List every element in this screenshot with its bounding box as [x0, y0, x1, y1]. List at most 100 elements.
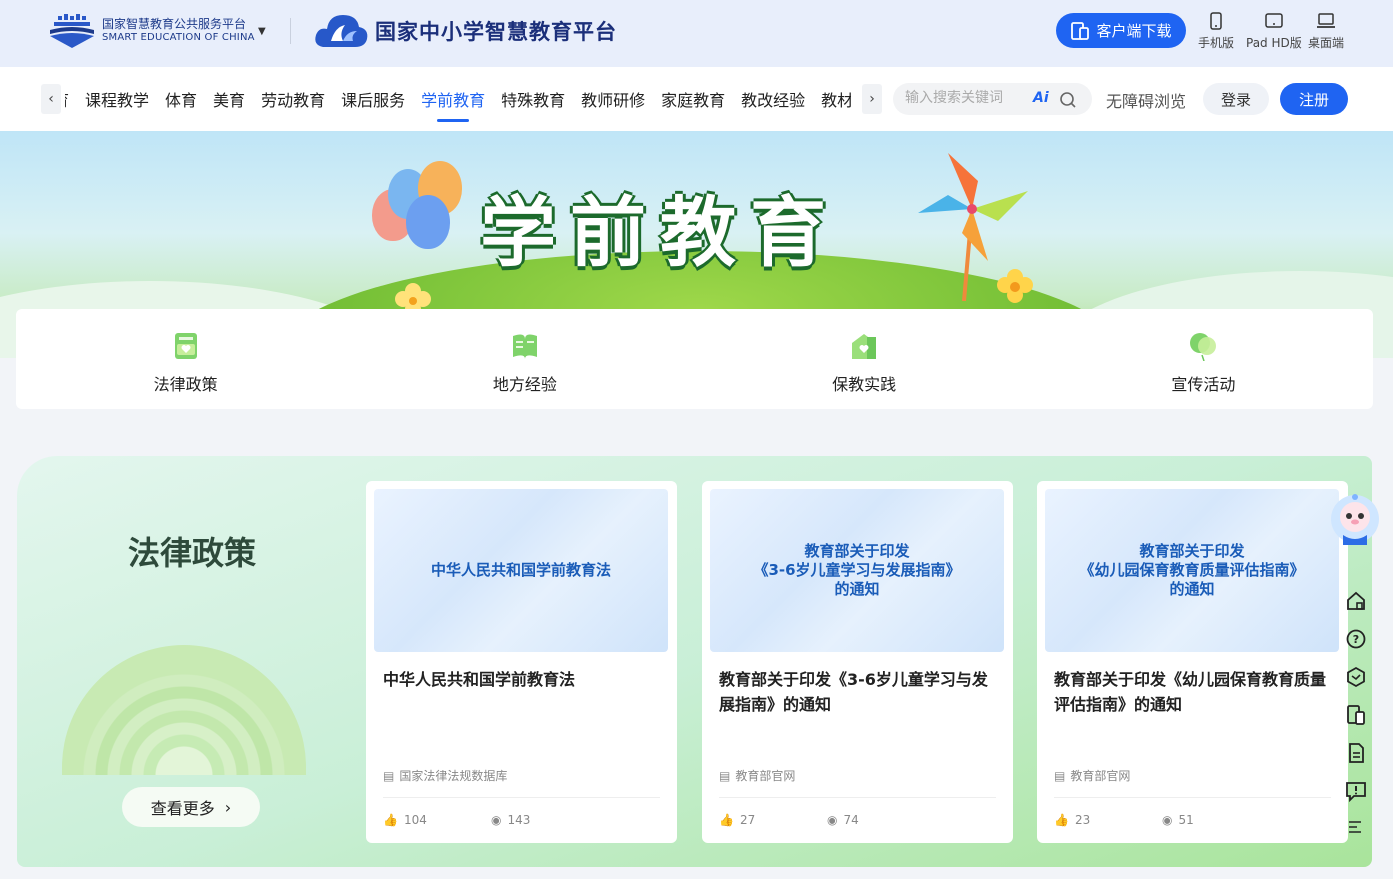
cube-icon[interactable] [1345, 666, 1367, 692]
view-count: 51 [1178, 813, 1194, 827]
desktop-version-label: 桌面端 [1308, 36, 1345, 50]
nav-next-button[interactable]: › [862, 84, 882, 114]
nav-item-partial[interactable]: 育 [65, 87, 69, 111]
category-care-education-practice[interactable]: 保教实践 [695, 309, 1034, 409]
desktop-version-link[interactable]: 桌面端 [1308, 12, 1344, 51]
card-title: 教育部关于印发《幼儿园保育教育质量评估指南》的通知 [1054, 670, 1327, 714]
help-icon[interactable]: ? [1345, 628, 1367, 654]
divider [1054, 797, 1331, 798]
nav-item[interactable]: 课后服务 [341, 87, 405, 111]
thumbs-up-icon: 👍 [719, 813, 734, 827]
smart-education-logo-icon [50, 14, 94, 48]
policy-card[interactable]: 教育部关于印发 《3-6岁儿童学习与发展指南》 的通知 教育部关于印发《3-6岁儿童… [702, 481, 1013, 843]
like-button[interactable]: 👍 104 [383, 813, 427, 827]
like-count: 23 [1074, 813, 1091, 827]
flower-icon [997, 269, 1033, 303]
chevron-left-icon: ‹ [48, 91, 54, 107]
register-button[interactable]: 注册 [1280, 83, 1348, 115]
view-more-label: 查看更多 [150, 799, 215, 818]
laptop-icon [1317, 13, 1335, 28]
divider [383, 797, 660, 798]
chevron-right-icon: › [224, 797, 232, 817]
category-publicity-activities[interactable]: 宣传活动 [1034, 309, 1373, 409]
top-bar: 国家智慧教育公共服务平台 SMART EDUCATION OF CHINA ▼ … [0, 0, 1393, 67]
nav-item[interactable]: 体育 [165, 87, 197, 111]
search-input[interactable] [905, 89, 1025, 105]
document-icon: ▤ [719, 768, 731, 783]
balloons-icon [1190, 333, 1217, 361]
nav-item[interactable]: 劳动教育 [261, 87, 325, 111]
like-button[interactable]: 👍 27 [719, 813, 755, 827]
org-name-cn: 国家智慧教育公共服务平台 [102, 17, 247, 31]
collapse-menu-icon[interactable] [1347, 818, 1365, 840]
cloud-logo-icon [315, 15, 368, 47]
card-source: 国家法律法规数据库 [399, 769, 508, 783]
mobile-version-link[interactable]: 手机版 [1198, 12, 1234, 51]
book-icon [512, 334, 537, 359]
nav-item[interactable]: 家庭教育 [661, 87, 725, 111]
like-count: 27 [739, 813, 756, 827]
like-button[interactable]: 👍 23 [1054, 813, 1090, 827]
divider [719, 797, 996, 798]
devices-icon [1071, 21, 1090, 40]
policy-card[interactable]: 教育部关于印发 《幼儿园保育教育质量评估指南》 的通知 教育部关于印发《幼儿园保育教… [1037, 481, 1348, 843]
feedback-icon[interactable] [1345, 780, 1367, 806]
pad-version-link[interactable]: Pad HD版 [1246, 12, 1302, 51]
nav-items: 育课程教学体育美育劳动教育课后服务学前教育特殊教育教师研修家庭教育教改经验教材 [65, 67, 851, 131]
card-title: 教育部关于印发《3-6岁儿童学习与发展指南》的通知 [719, 670, 988, 714]
category-strip: 法律政策 地方经验 保教实践 宣传活动 [16, 309, 1373, 409]
document-edit-icon[interactable] [1345, 742, 1367, 768]
ai-search-icon[interactable]: Ai [1033, 90, 1049, 106]
section-title: 法律政策 [128, 534, 257, 572]
nav-item[interactable]: 特殊教育 [501, 87, 565, 111]
card-thumbnail-text: 教育部关于印发 [804, 542, 910, 560]
mobile-version-label: 手机版 [1198, 36, 1235, 50]
nav-item[interactable]: 教改经验 [741, 87, 805, 111]
search-icon[interactable] [1059, 91, 1077, 109]
svg-text:?: ? [1353, 633, 1359, 646]
nav-item[interactable]: 学前教育 [421, 87, 485, 122]
devices-icon[interactable] [1345, 704, 1367, 730]
tablet-icon [1265, 13, 1283, 28]
eye-icon: ◉ [1162, 813, 1173, 827]
card-thumbnail-text: 的通知 [1169, 580, 1215, 598]
house-heart-icon [852, 334, 877, 359]
login-button[interactable]: 登录 [1203, 83, 1269, 115]
platform-logo[interactable]: 国家中小学智慧教育平台 [313, 9, 617, 53]
org-name-en: SMART EDUCATION OF CHINA [102, 32, 255, 43]
side-toolbar: ? [1336, 580, 1376, 840]
card-thumbnail-text: 中华人民共和国学前教育法 [430, 561, 611, 579]
nav-item[interactable]: 课程教学 [85, 87, 149, 111]
document-icon: ▤ [383, 768, 395, 783]
category-nav: ‹ 育课程教学体育美育劳动教育课后服务学前教育特殊教育教师研修家庭教育教改经验教… [0, 67, 1393, 131]
card-title: 中华人民共和国学前教育法 [383, 670, 576, 689]
eye-icon: ◉ [491, 813, 502, 827]
accessibility-link[interactable]: 无障碍浏览 [1106, 88, 1186, 112]
policy-card[interactable]: 中华人民共和国学前教育法 中华人民共和国学前教育法 ▤ 国家法律法规数据库 👍 10… [366, 481, 677, 843]
nav-item[interactable]: 教材 [821, 87, 851, 111]
banner-title: 学前教育 [480, 188, 840, 277]
category-local-experience[interactable]: 地方经验 [355, 309, 694, 409]
like-count: 104 [403, 813, 427, 827]
category-label: 地方经验 [492, 375, 557, 394]
home-icon[interactable] [1345, 590, 1367, 616]
category-label: 法律政策 [153, 375, 218, 394]
search-box: Ai [893, 83, 1092, 115]
mascot-assistant-icon[interactable] [1329, 491, 1381, 545]
nav-item[interactable]: 美育 [213, 87, 245, 111]
view-more-button[interactable]: 查看更多 › [122, 787, 260, 827]
category-law-policy[interactable]: 法律政策 [16, 309, 355, 409]
client-download-button[interactable]: 客户端下载 [1056, 13, 1186, 48]
smart-education-logo[interactable]: 国家智慧教育公共服务平台 SMART EDUCATION OF CHINA [48, 14, 255, 48]
view-count: 74 [843, 813, 859, 827]
law-policy-icon [174, 333, 197, 359]
nav-item[interactable]: 教师研修 [581, 87, 645, 111]
balloon-icon [406, 195, 450, 249]
category-label: 宣传活动 [1171, 375, 1236, 394]
nav-prev-button[interactable]: ‹ [41, 84, 61, 114]
category-label: 保教实践 [832, 375, 897, 394]
chevron-down-icon[interactable]: ▼ [258, 26, 266, 37]
thumbs-up-icon: 👍 [1054, 813, 1069, 827]
card-thumbnail-text: 的通知 [834, 580, 880, 598]
card-source: 教育部官网 [1070, 769, 1131, 783]
